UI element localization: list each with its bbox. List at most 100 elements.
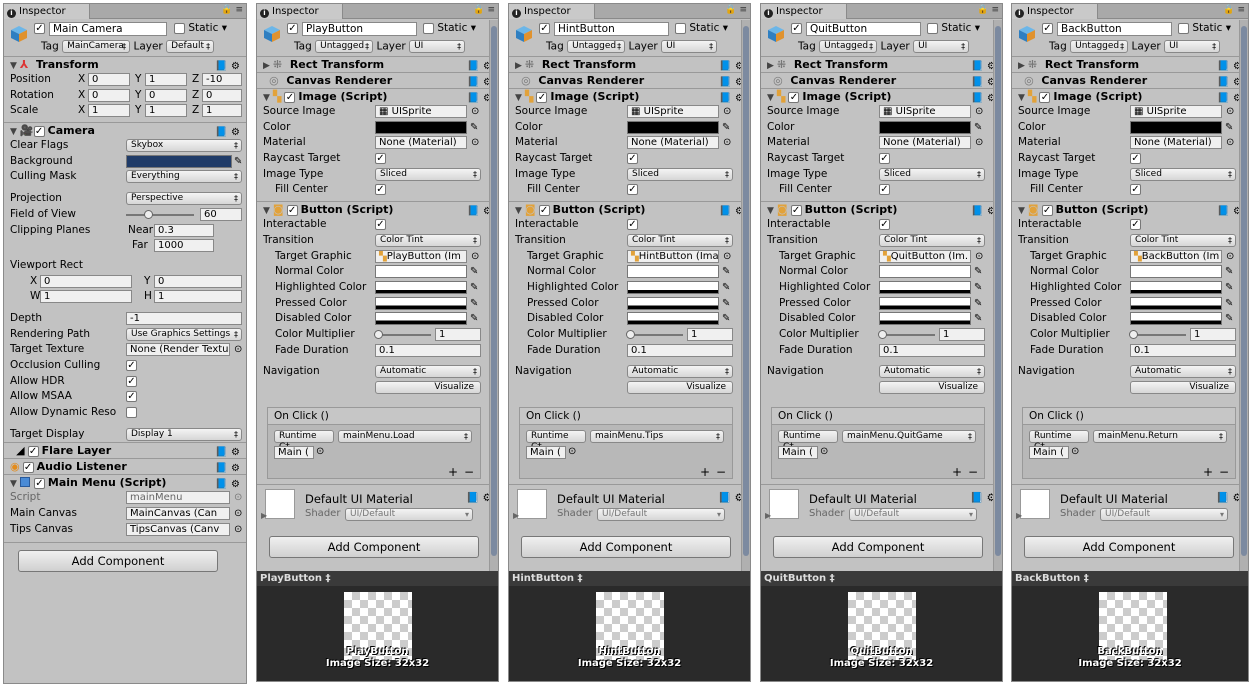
static-toggle[interactable]: Static ▾ — [423, 22, 476, 34]
button-enabled-checkbox[interactable]: ✓ — [286, 204, 298, 216]
preview-header[interactable]: BackButton ‡ — [1012, 571, 1248, 586]
eyedropper-icon[interactable]: ✎ — [470, 311, 478, 327]
rect-transform-header[interactable]: ▶ ⁜ Rect Transform 📘 ⚙ — [1012, 56, 1248, 72]
active-checkbox[interactable]: ✓ — [1042, 23, 1053, 34]
disabled-color-swatch[interactable] — [627, 312, 719, 326]
function-dropdown[interactable]: mainMenu.Return ‡ — [1093, 430, 1227, 443]
eyedropper-icon[interactable]: ✎ — [234, 154, 242, 170]
layer-dropdown[interactable]: UI ‡ — [1164, 40, 1221, 53]
object-name-field[interactable]: QuitButton — [806, 22, 921, 36]
add-event-button[interactable]: + — [700, 465, 710, 479]
main-menu-script-header[interactable]: ▼ ✓ Main Menu (Script) 📘 ⚙ — [4, 474, 246, 490]
tab-inspector[interactable]: i Inspector — [761, 4, 847, 19]
object-picker-icon[interactable]: ⊙ — [723, 135, 731, 151]
object-picker-icon[interactable]: ⊙ — [316, 446, 324, 457]
image-type-dropdown[interactable]: Sliced ‡ — [375, 167, 481, 181]
object-name-field[interactable]: BackButton — [1057, 22, 1172, 36]
eyedropper-icon[interactable]: ✎ — [722, 264, 730, 280]
static-toggle[interactable]: Static ▾ — [1178, 22, 1231, 34]
fov-slider[interactable] — [126, 213, 194, 216]
raycast-checkbox[interactable]: ✓ — [1130, 153, 1141, 165]
eyedropper-icon[interactable]: ✎ — [470, 296, 478, 312]
object-picker-icon[interactable]: ⊙ — [1226, 135, 1234, 151]
runtime-dropdown[interactable]: Runtime C‡ — [526, 430, 586, 452]
fill-center-checkbox[interactable]: ✓ — [627, 184, 638, 196]
multiplier-slider-handle[interactable] — [878, 329, 887, 339]
eyedropper-icon[interactable]: ✎ — [722, 296, 730, 312]
eyedropper-icon[interactable]: ✎ — [1225, 264, 1233, 280]
object-name-field[interactable]: PlayButton — [302, 22, 417, 36]
scrollbar-thumb[interactable] — [995, 26, 1001, 556]
lock-icon[interactable]: 🔒 ≡ — [473, 5, 495, 15]
disabled-color-swatch[interactable] — [1130, 312, 1222, 326]
object-picker-icon[interactable]: ⊙ — [471, 135, 479, 151]
pressed-color-swatch[interactable] — [375, 296, 467, 310]
active-checkbox[interactable]: ✓ — [539, 23, 550, 34]
lock-icon[interactable]: 🔒 ≡ — [725, 5, 747, 15]
normal-color-swatch[interactable] — [627, 265, 719, 279]
color-swatch[interactable] — [375, 120, 467, 134]
target-display-dropdown[interactable]: Display 1 ‡ — [126, 427, 242, 441]
runtime-dropdown[interactable]: Runtime C‡ — [274, 430, 334, 452]
fill-center-checkbox[interactable]: ✓ — [1130, 184, 1141, 196]
object-name-field[interactable]: HintButton — [554, 22, 669, 36]
remove-event-button[interactable]: − — [968, 465, 978, 479]
audio-listener-header[interactable]: ◉ ✓ Audio Listener 📘 ⚙ — [4, 458, 246, 474]
hdr-checkbox[interactable]: ✓ — [126, 375, 137, 387]
object-picker-icon[interactable]: ⊙ — [975, 104, 983, 120]
static-toggle[interactable]: Static ▾ — [675, 22, 728, 34]
image-script-header[interactable]: ▼ ▚ ✓ Image (Script) 📘 ⚙ — [761, 88, 1002, 104]
runtime-dropdown[interactable]: Runtime C‡ — [1029, 430, 1089, 452]
disabled-color-swatch[interactable] — [375, 312, 467, 326]
expand-icon[interactable]: ▶ — [1016, 511, 1022, 520]
object-picker-icon[interactable]: ⊙ — [568, 446, 576, 457]
highlighted-color-swatch[interactable] — [879, 280, 971, 294]
scrollbar[interactable] — [1239, 20, 1248, 572]
image-enabled-checkbox[interactable]: ✓ — [1039, 91, 1051, 103]
eyedropper-icon[interactable]: ✎ — [974, 264, 982, 280]
canvas-renderer-header[interactable]: ◎ Canvas Renderer 📘 ⚙ — [257, 72, 498, 88]
audio-enabled-checkbox[interactable]: ✓ — [22, 461, 34, 473]
tab-inspector[interactable]: i Inspector — [1012, 4, 1098, 19]
active-checkbox[interactable]: ✓ — [791, 23, 802, 34]
canvas-renderer-header[interactable]: ◎ Canvas Renderer 📘 ⚙ — [509, 72, 750, 88]
button-script-header[interactable]: ▼ ◙ ✓ Button (Script) 📘 ⚙ — [761, 201, 1002, 217]
add-event-button[interactable]: + — [952, 465, 962, 479]
visualize-button[interactable]: Visualize — [627, 381, 733, 394]
remove-event-button[interactable]: − — [464, 465, 474, 479]
transition-dropdown[interactable]: Color Tint ‡ — [1130, 233, 1236, 247]
static-toggle[interactable]: Static ▾ — [174, 22, 227, 34]
multiplier-slider-handle[interactable] — [1129, 329, 1138, 339]
object-picker-icon[interactable]: ⊙ — [1226, 249, 1234, 265]
add-component-button[interactable]: Add Component — [1024, 536, 1234, 558]
highlighted-color-swatch[interactable] — [375, 280, 467, 294]
transition-dropdown[interactable]: Color Tint ‡ — [627, 233, 733, 247]
tag-dropdown[interactable]: Untagged ‡ — [315, 40, 374, 53]
function-dropdown[interactable]: mainMenu.QuitGame ‡ — [842, 430, 976, 443]
object-picker-icon[interactable]: ⊙ — [975, 135, 983, 151]
interactable-checkbox[interactable]: ✓ — [627, 219, 638, 231]
multiplier-slider-handle[interactable] — [374, 329, 383, 339]
color-swatch[interactable] — [1130, 120, 1222, 134]
raycast-checkbox[interactable]: ✓ — [375, 153, 386, 165]
button-enabled-checkbox[interactable]: ✓ — [790, 204, 802, 216]
eyedropper-icon[interactable]: ✎ — [974, 120, 982, 136]
preview-header[interactable]: HintButton ‡ — [509, 571, 750, 586]
multiplier-slider[interactable] — [1132, 333, 1186, 336]
active-checkbox[interactable]: ✓ — [34, 23, 45, 34]
dynres-checkbox[interactable] — [126, 407, 137, 419]
object-picker-icon[interactable]: ⊙ — [723, 249, 731, 265]
scrollbar-thumb[interactable] — [491, 26, 497, 556]
image-script-header[interactable]: ▼ ▚ ✓ Image (Script) 📘 ⚙ — [509, 88, 750, 104]
button-script-header[interactable]: ▼ ◙ ✓ Button (Script) 📘 ⚙ — [257, 201, 498, 217]
layer-dropdown[interactable]: Default ‡ — [166, 40, 215, 53]
eyedropper-icon[interactable]: ✎ — [722, 120, 730, 136]
image-enabled-checkbox[interactable]: ✓ — [788, 91, 800, 103]
pressed-color-swatch[interactable] — [627, 296, 719, 310]
flare-enabled-checkbox[interactable]: ✓ — [27, 445, 39, 457]
normal-color-swatch[interactable] — [879, 265, 971, 279]
rect-transform-header[interactable]: ▶ ⁜ Rect Transform 📘 ⚙ — [761, 56, 1002, 72]
runtime-dropdown[interactable]: Runtime C‡ — [778, 430, 838, 452]
highlighted-color-swatch[interactable] — [627, 280, 719, 294]
rendering-path-dropdown[interactable]: Use Graphics Settings ‡ — [126, 327, 242, 341]
